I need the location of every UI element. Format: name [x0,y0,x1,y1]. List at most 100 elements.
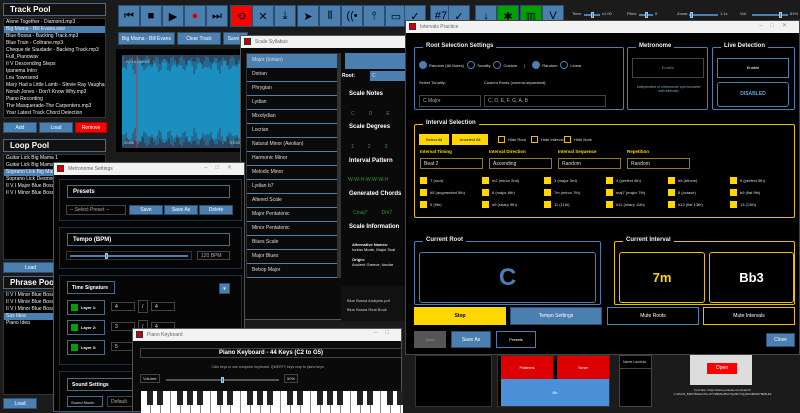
black-key[interactable] [387,391,393,405]
open-button[interactable]: Open [707,363,737,374]
remove-track-button[interactable]: Remove [75,122,107,133]
current-track-button[interactable]: Big Mama - Bill Evans [118,32,175,45]
interval-checkbox[interactable]: maj7 (major 7th) [606,189,645,196]
interval-checkbox[interactable]: m2 (minor 2nd) [482,177,519,184]
toolbar-button-icon[interactable]: ■ [140,5,162,27]
interval-checkbox[interactable]: #5 (augmented 5th) [420,189,465,196]
radio-option[interactable]: Random [532,61,557,69]
save-preset-button[interactable]: Save [129,205,163,215]
load-track-button[interactable]: Load [39,122,73,133]
scale-item[interactable]: Major Blues [247,250,337,264]
live-status-button[interactable]: DISABLED [717,82,789,107]
save-as-preset-button[interactable]: Save As [164,205,198,215]
slider-thumb[interactable] [105,253,108,259]
toolbar-button-icon[interactable]: ⫯ [363,5,385,27]
scale-item[interactable]: Lydian b7 [247,180,337,194]
hide-checkbox[interactable]: Hide Root [498,136,526,143]
scale-list[interactable]: Major (Ionian)DorianPhrygianLydianMixoly… [246,53,338,278]
file-item[interactable]: Blue Bossa Real Book [341,303,411,312]
black-key[interactable] [337,391,343,405]
load-phrase-button[interactable]: Load [3,398,37,409]
scrollbar[interactable] [338,53,341,278]
dropdown-select[interactable]: Random [558,158,621,169]
volume-slider[interactable] [166,379,279,381]
hide-checkbox[interactable]: Hide Interval [531,136,563,143]
clear-track-button[interactable]: Clear Track [177,32,221,45]
window-controls[interactable]: –□ [374,330,397,336]
interval-checkbox[interactable]: 6 (major 6th) [482,189,515,196]
black-key[interactable] [147,391,153,405]
load-loop-button[interactable]: Load [3,262,58,273]
window-controls[interactable]: –□✕ [759,22,795,29]
interval-checkbox[interactable]: 11 (11th) [544,201,569,208]
black-key[interactable] [297,391,303,405]
list-item[interactable]: Guitar Lick Big Mama 1 [4,155,105,162]
list-item[interactable]: Big Mama - Bill Evans.wav [4,26,105,33]
interval-checkbox[interactable]: b9 (flat 9th) [730,189,760,196]
toolbar-slider[interactable] [584,14,600,16]
toolbar-slider[interactable] [752,14,788,16]
scale-item[interactable]: Blues Scale [247,236,337,250]
toolbar-button-icon[interactable]: ((• [341,5,363,27]
mute-roots-button[interactable]: Mute Roots [607,307,699,325]
interval-checkbox[interactable]: T (root) [420,177,443,184]
black-key[interactable] [317,391,323,405]
presets-button[interactable]: Presets [496,331,536,348]
save-button[interactable]: Save [414,331,446,348]
scale-item[interactable]: Altered Scale [247,194,337,208]
window-controls[interactable]: –□✕ [204,164,240,171]
metronome-enable-button[interactable]: Enable [632,58,704,78]
radio-option[interactable]: Linear [560,61,581,69]
interval-checkbox[interactable]: #11 (sharp 11th) [606,201,645,208]
black-key[interactable] [197,391,203,405]
black-key[interactable] [287,391,293,405]
interval-checkbox[interactable]: 5 (perfect 5th) [730,177,765,184]
scale-item[interactable]: Major Pentatonic [247,208,337,222]
toolbar-button-icon[interactable]: ✕ [252,5,274,27]
toolbar-button-icon[interactable]: ● [184,5,206,27]
list-item[interactable]: Your Latest Track Chord Detection [4,110,105,117]
tuner-button[interactable]: Tuner [557,356,609,379]
tempo-spinbox[interactable]: 120 BPM [197,251,230,260]
video-thumbnail[interactable]: Open [690,355,752,385]
list-item[interactable]: Blue Train - Coltrane.mp3 [4,40,105,47]
dropdown-select[interactable]: Beat 2 [420,158,483,169]
select-all-button[interactable]: Select All [419,134,449,145]
close-button[interactable]: Close [766,333,795,347]
interval-checkbox[interactable]: 4 (perfect 4th) [606,177,641,184]
scale-item[interactable]: Mixolydian [247,110,337,124]
black-key[interactable] [157,391,163,405]
file-item[interactable]: Blue Bossa Analysis.pdf [341,286,411,303]
save-as-button[interactable]: Save As [451,331,491,348]
add-track-button[interactable]: Add [3,122,37,133]
interval-checkbox[interactable]: b5 (tritone) [668,177,697,184]
list-item[interactable]: Blue Bossa - Backing Track.mp3 [4,33,105,40]
preset-select[interactable]: -- Select Preset -- [66,205,126,215]
dropdown-select[interactable]: Random [627,158,690,169]
slider-thumb[interactable] [690,12,693,18]
scale-item[interactable]: Harmonic Minor [247,152,337,166]
list-item[interactable]: Alone Together - Diamond.mp3 [4,19,105,26]
toolbar-button-icon[interactable]: ▶ [162,5,184,27]
list-item[interactable]: Full_Pianowav [4,54,105,61]
unselect-all-button[interactable]: Unselect All [452,134,488,145]
live-enable-button[interactable]: Enable [717,58,789,78]
toolbar-slider[interactable] [689,14,718,16]
scale-item[interactable]: Dorian [247,68,337,82]
slider-thumb[interactable] [779,12,782,18]
black-key[interactable] [227,391,233,405]
scale-item[interactable]: Major (Ionian) [247,54,337,68]
black-key[interactable] [397,391,403,405]
black-key[interactable] [357,391,363,405]
slider-thumb[interactable] [645,12,648,18]
layer-toggle[interactable]: Layer 1: [67,300,105,315]
interval-checkbox[interactable]: 7m (minor 7th) [544,189,580,196]
expand-button[interactable]: ▾ [219,283,230,294]
list-item[interactable]: Cheque de Saudade - Backing Track.mp3 [4,47,105,54]
black-key[interactable] [217,391,223,405]
black-key[interactable] [267,391,273,405]
black-key[interactable] [247,391,253,405]
slider-thumb[interactable] [221,377,224,383]
layer-denominator[interactable]: 4 [151,302,175,311]
mute-intervals-button[interactable]: Mute Intervals [703,307,795,325]
